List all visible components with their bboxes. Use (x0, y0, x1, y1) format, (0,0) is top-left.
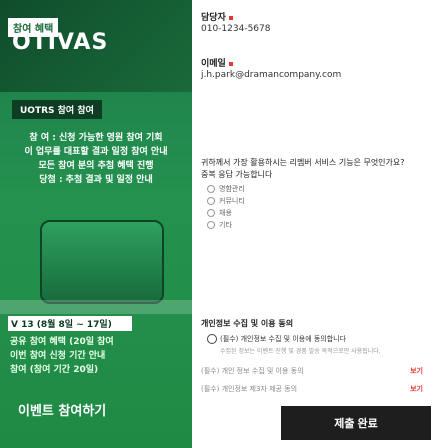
agree-all-option[interactable]: (필수) 개인정보 수집 및 이용에 동의합니다 (207, 334, 427, 344)
consent-row-2[interactable]: (필수) 개인정보 제3자 제공 동의 보기 (201, 384, 423, 394)
choice-item[interactable]: 커뮤니티 (207, 195, 427, 207)
poster-body: 참여 (참여 기간 20일) (10, 365, 99, 375)
required-mark (228, 15, 233, 20)
radio-icon[interactable] (207, 221, 215, 229)
checkbox-icon[interactable] (207, 334, 217, 344)
required-mark (228, 61, 233, 66)
poster-body: 공유 참여 혜택 (20일 참여 (10, 337, 114, 347)
contact-email: j.h.park@dramancompany.com (201, 70, 342, 80)
poster-cta: 이벤트 참여하기 (18, 404, 107, 419)
poster-line: 모든 참여 분의 추첨 혜택 진행 (38, 161, 154, 171)
consent-label: (필수) 개인정보 제3자 제공 동의 (201, 385, 298, 393)
survey-question: 귀하께서 가장 활용하시는 리멤버 서비스 기능은 무엇인가요? 중복 응답 가… (201, 157, 426, 181)
consent-row-1[interactable]: (필수) 개인 정보 수집 및 이용 동의 보기 (201, 366, 423, 376)
choice-item[interactable]: 기타 (207, 219, 427, 231)
poster-logo: OTIVAS (12, 30, 109, 55)
consent-label: (필수) 개인 정보 수집 및 이용 동의 (201, 367, 304, 375)
poster-body: 이번 참여 신청 기간 안내 (10, 351, 106, 361)
contact-name-label: 담당자 (201, 10, 233, 23)
consent-view-link[interactable]: 보기 (410, 366, 423, 376)
consent-title: 개인정보 수집 및 이용 동의 (201, 319, 294, 328)
phone-illustration (40, 220, 164, 304)
poster-line: 당첨 : 추첨 결과 및 일정 안내 (39, 175, 153, 185)
event-poster: 참여 혜택 OTIVAS UOTRS 참여 참여 참 여 : 신청 가능한 영원… (0, 0, 192, 448)
poster-line: 이 업무를 대표할 결과 일정 참여 안내 (24, 147, 168, 157)
poster-line: 참 여 : 신청 가능한 영원 참여 기회 (29, 133, 163, 143)
radio-icon[interactable] (207, 209, 215, 217)
consent-view-link[interactable]: 보기 (410, 384, 423, 394)
choice-item[interactable]: 채용 (207, 207, 427, 219)
poster-divider (0, 300, 192, 314)
agree-all-desc: 수집된 정보는 이벤트 진행 및 경품 발송 목적으로만 사용됩니다. (220, 348, 381, 355)
question-text: 귀하께서 가장 활용하시는 리멤버 서비스 기능은 무엇인가요? (201, 158, 405, 167)
poster-badge: UOTRS 참여 참여 (12, 100, 102, 119)
poster-vip: V 13 (8월 8일 ~ 17일) (8, 316, 132, 331)
radio-icon[interactable] (207, 185, 215, 193)
contact-phone: 010-1234-5678 (201, 24, 271, 34)
contact-email-label: 이메일 (201, 56, 233, 69)
choice-list: 명함관리 커뮤니티 채용 기타 (207, 183, 427, 231)
radio-icon[interactable] (207, 197, 215, 205)
submit-button[interactable]: 제출 완료 (281, 406, 431, 440)
choice-item[interactable]: 명함관리 (207, 183, 427, 195)
question-hint: 중복 응답 가능합니다 (201, 170, 273, 179)
